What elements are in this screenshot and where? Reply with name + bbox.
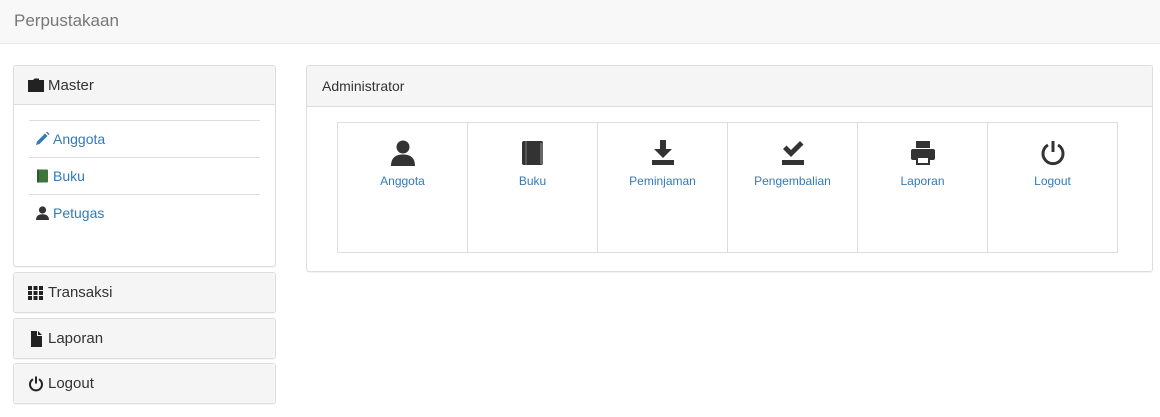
sidebar-panel-master: Master Anggota Buku Petugas <box>13 65 276 267</box>
tile-pengembalian: Pengembalian <box>727 122 858 253</box>
book-icon <box>521 141 543 165</box>
tile-peminjaman: Peminjaman <box>597 122 728 253</box>
sidebar-heading-laporan[interactable]: Laporan <box>14 319 275 358</box>
sidebar-item-label: Petugas <box>53 205 105 221</box>
tile-link-logout[interactable]: Logout <box>988 139 1117 252</box>
sidebar-heading-logout[interactable]: Logout <box>14 364 275 403</box>
tile-link-peminjaman[interactable]: Peminjaman <box>598 139 727 252</box>
menu-tile-grid: Anggota Buku Peminjaman Pengembalian Lap… <box>337 122 1118 253</box>
download-icon <box>651 140 674 165</box>
tile-label: Anggota <box>380 174 425 188</box>
check-tray-icon <box>781 141 804 165</box>
sidebar-heading-transaksi[interactable]: Transaksi <box>14 273 275 312</box>
tile-label: Logout <box>1034 174 1071 188</box>
sidebar-item-label: Anggota <box>53 131 106 147</box>
tile-anggota: Anggota <box>337 122 468 253</box>
sidebar-panel-logout: Logout <box>13 363 276 404</box>
tile-laporan: Laporan <box>857 122 988 253</box>
sidebar-link-petugas[interactable]: Petugas <box>35 205 104 221</box>
sidebar-item-petugas: Petugas <box>29 194 260 231</box>
top-navbar: Perpustakaan <box>0 0 1160 44</box>
tile-link-anggota[interactable]: Anggota <box>338 139 467 252</box>
sidebar-link-buku[interactable]: Buku <box>35 168 85 184</box>
sidebar-heading-master[interactable]: Master <box>14 66 275 105</box>
print-icon <box>910 141 935 165</box>
tile-label: Buku <box>518 174 547 188</box>
tile-link-laporan[interactable]: Laporan <box>858 139 987 252</box>
sidebar-item-label: Buku <box>53 168 85 184</box>
sidebar-item-buku: Buku <box>29 157 260 194</box>
main-panel: Administrator Anggota Buku Peminjaman Pe… <box>306 65 1153 272</box>
user-icon <box>390 140 415 166</box>
sidebar-master-body: Anggota Buku Petugas <box>14 105 275 266</box>
sidebar-panel-laporan: Laporan <box>13 318 276 359</box>
book-icon <box>37 169 48 183</box>
file-icon <box>31 330 42 347</box>
sidebar-heading-label: Master <box>48 76 94 94</box>
tile-label: Pengembalian <box>754 174 831 188</box>
sidebar-panel-transaksi: Transaksi <box>13 272 276 313</box>
grid-icon <box>28 285 43 300</box>
navbar-brand[interactable]: Perpustakaan <box>14 11 119 31</box>
sidebar-item-anggota: Anggota <box>29 120 260 157</box>
pencil-icon <box>36 132 50 145</box>
main-panel-title: Administrator <box>307 66 1152 107</box>
tile-label: Peminjaman <box>629 174 696 188</box>
sidebar-heading-label: Logout <box>48 375 94 392</box>
tile-link-pengembalian[interactable]: Pengembalian <box>728 139 857 252</box>
power-icon <box>1041 141 1064 166</box>
tile-logout: Logout <box>987 122 1118 253</box>
tile-label: Laporan <box>900 174 945 188</box>
sidebar-heading-label: Laporan <box>48 330 104 347</box>
sidebar-link-anggota[interactable]: Anggota <box>35 131 105 147</box>
user-icon <box>36 206 49 220</box>
tile-buku: Buku <box>467 122 598 253</box>
power-icon <box>29 376 43 391</box>
sidebar-heading-label: Transaksi <box>48 284 113 301</box>
folder-icon <box>28 78 44 92</box>
tile-link-buku[interactable]: Buku <box>468 139 597 252</box>
